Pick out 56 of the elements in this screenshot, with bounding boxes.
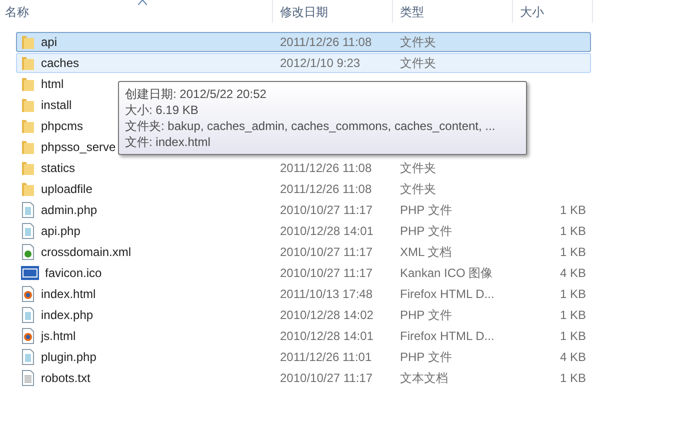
file-size: 4 KB [560,266,586,280]
modified-date: 2010/10/27 11:17 [280,203,373,217]
file-type: 文件夹 [400,161,436,175]
file-name: plugin.php [41,349,96,366]
modified-date: 2010/12/28 14:01 [280,224,374,238]
modified-date: 2011/12/26 11:01 [280,350,372,364]
modified-date: 2011/12/26 11:08 [280,161,372,175]
file-name: robots.txt [41,370,90,387]
file-type: Firefox HTML D... [400,287,494,301]
file-size: 1 KB [560,329,586,343]
file-name: api.php [41,223,80,240]
modified-date: 2011/12/26 11:08 [280,182,372,196]
file-size: 1 KB [560,224,586,238]
modified-date: 2011/12/26 11:08 [280,35,372,49]
modified-date: 2010/10/27 11:17 [280,266,373,280]
tooltip-line: 创建日期: 2012/5/22 20:52 [125,86,268,102]
tooltip-line: 大小: 6.19 KB [125,102,200,118]
file-type: PHP 文件 [400,203,452,217]
modified-date: 2010/10/27 11:17 [280,245,373,259]
file-name: phpsso_serve [41,139,116,156]
tooltip-line: 文件夹: bakup, caches_admin, caches_commons, caches_content, ... [125,118,496,134]
file-name: index.html [41,286,96,303]
file-name: install [41,97,72,114]
file-name: crossdomain.xml [41,244,132,261]
file-name: html [41,76,64,93]
file-type: Firefox HTML D... [400,329,494,343]
file-type: 文件夹 [400,56,436,70]
modified-date: 2010/12/28 14:02 [280,308,374,322]
modified-date: 2010/10/27 11:17 [280,371,373,385]
file-type: 文件夹 [400,35,436,49]
file-size: 1 KB [560,245,586,259]
file-name: admin.php [41,202,98,219]
file-type: PHP 文件 [400,308,452,322]
modified-date: 2011/10/13 17:48 [280,287,373,301]
file-name: statics [41,160,76,177]
file-type: PHP 文件 [400,224,452,238]
file-name: api [41,34,58,51]
file-size: 1 KB [560,371,586,385]
file-size: 1 KB [560,203,586,217]
file-name: uploadfile [41,181,92,198]
file-type: 文本文档 [400,371,448,385]
file-type: Kankan ICO 图像 [400,266,493,280]
file-size: 1 KB [560,308,586,322]
modified-date: 2012/1/10 9:23 [280,56,360,70]
file-type: 文件夹 [400,182,436,196]
modified-date: 2010/12/28 14:01 [280,329,374,343]
file-name: phpcms [41,118,84,135]
file-name: index.php [41,307,94,324]
file-size: 4 KB [560,350,586,364]
file-name: caches [41,55,80,72]
file-type: PHP 文件 [400,350,452,364]
file-size: 1 KB [560,287,586,301]
tooltip-line: 文件: index.html [125,134,212,150]
file-name: js.html [41,328,76,345]
file-name: favicon.ico [45,265,102,282]
file-type: XML 文档 [400,245,452,259]
